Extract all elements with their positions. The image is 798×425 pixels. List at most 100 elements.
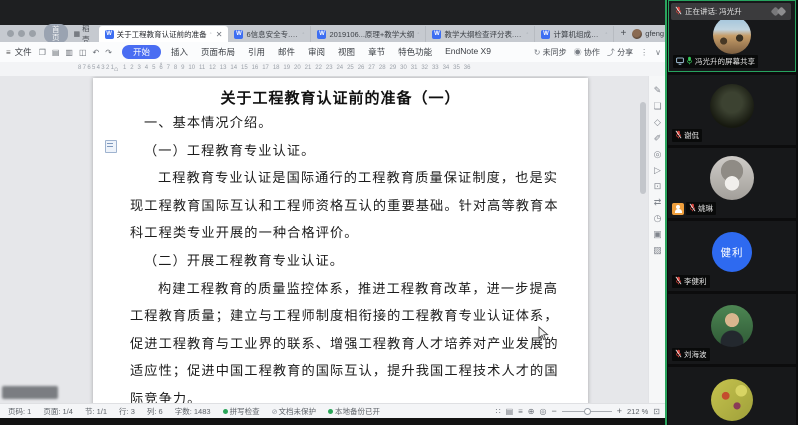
fullscreen-view-icon[interactable]: ⊕ [528, 407, 535, 416]
vertical-scrollbar[interactable] [640, 80, 646, 398]
share-button[interactable]: ⤴ 分享 [607, 47, 633, 58]
comment-icon[interactable] [105, 140, 117, 153]
save-icon[interactable]: ▤ [52, 48, 60, 57]
ruler-number: 2 [106, 65, 109, 71]
tab-document[interactable]: W计算机组成原...情况评价报告◦ [535, 26, 614, 42]
ribbon-tab-start[interactable]: 开始 [122, 45, 161, 59]
eye-protect-icon[interactable]: ◎ [540, 407, 547, 416]
spellcheck-status[interactable]: 拼写检查 [223, 406, 260, 417]
hamburger-icon[interactable]: ≡ [6, 48, 11, 57]
ruler-number: 15 [241, 65, 248, 71]
ribbon-tab-视图[interactable]: 视图 [338, 46, 355, 58]
print-preview-icon[interactable]: ◫ [79, 48, 87, 57]
status-pages: 页面: 1/4 [43, 406, 73, 417]
ribbon-tab-审阅[interactable]: 审阅 [308, 46, 325, 58]
select-arrow-icon[interactable]: ▷ [654, 166, 661, 175]
read-mode-icon[interactable]: ▤ [506, 407, 514, 416]
outline-view-icon[interactable]: ≡ [518, 407, 523, 416]
indent-marker[interactable]: ⌂ [114, 66, 118, 73]
tab-pin-icon[interactable]: ◦ [210, 31, 212, 37]
ribbon-tab-邮件[interactable]: 邮件 [278, 46, 295, 58]
participant-avatar [713, 16, 751, 54]
wps-writer-icon: W [432, 30, 441, 39]
menu-file[interactable]: 文件 [15, 46, 32, 58]
fill-color-icon[interactable]: ◇ [654, 118, 661, 127]
ruler-number: 13 [220, 65, 227, 71]
ruler-number: 8 [78, 65, 81, 71]
zoom-slider[interactable] [562, 411, 612, 412]
avatar [632, 29, 642, 39]
highlighter-icon[interactable]: ✐ [654, 134, 662, 143]
ruler-number: 19 [283, 65, 290, 71]
undo-icon[interactable]: ↶ [93, 48, 100, 57]
zoom-out-button[interactable]: − [551, 407, 556, 416]
participant-name-badge: 冯光升的屏幕共享 [673, 55, 758, 68]
wps-window: 首页 ▦稻壳 W关于工程教育认证前的准备◦✕W6信息安全专...年度报备材料◦W… [0, 25, 666, 418]
ribbon-tab-插入[interactable]: 插入 [171, 46, 188, 58]
print-icon[interactable]: ▥ [65, 48, 73, 57]
sync-status[interactable]: ↻ 未同步 [534, 47, 567, 58]
backup-ok-icon [328, 409, 333, 414]
ruler-number: 10 [188, 65, 195, 71]
backup-status[interactable]: 本地备份已开 [328, 406, 380, 417]
participant-label: 谢侃 [672, 129, 702, 142]
ruler: 87654321 ⌂ ° 123456789101112131415161718… [0, 62, 666, 77]
more-icon[interactable]: ⋮ [640, 48, 648, 57]
user-chip[interactable]: gfeng [632, 29, 664, 39]
document-page[interactable]: 关于工程教育认证前的准备（一） 一、基本情况介绍。（一）工程教育专业认证。工程教… [93, 78, 588, 403]
open-folder-icon[interactable]: ❐ [39, 48, 46, 57]
picture-icon[interactable]: ▨ [653, 246, 662, 255]
status-words[interactable]: 字数: 1483 [175, 406, 211, 417]
edit-pen-icon[interactable]: ✎ [654, 86, 662, 95]
collapse-ribbon-icon[interactable]: ∨ [655, 48, 661, 57]
tab-document[interactable]: W6信息安全专...年度报备材料◦ [228, 26, 311, 42]
participant-tile[interactable]: 姚琳 [668, 148, 796, 218]
zoom-in-button[interactable]: + [617, 407, 622, 416]
document-title: 关于工程教育认证前的准备（一） [93, 87, 588, 108]
ribbon-tab-引用[interactable]: 引用 [248, 46, 265, 58]
tab-pin-icon[interactable]: ◦ [302, 31, 304, 37]
tab-close-icon[interactable]: ✕ [216, 30, 223, 39]
target-icon[interactable]: ◎ [654, 150, 662, 159]
tab-document[interactable]: W教学大纲检查评分表.docx◦ [426, 26, 535, 42]
pages-view-icon[interactable]: ∷ [495, 407, 500, 416]
swap-icon[interactable]: ⇄ [654, 198, 662, 207]
shapes-icon[interactable]: ❏ [653, 102, 661, 111]
participant-label: 李健利 [672, 275, 710, 288]
tab-document[interactable]: W2019106...原理+教学大纲◦ [311, 26, 426, 42]
participant-tile[interactable]: 健利李健利 [668, 221, 796, 291]
document-line: 工程教育质量；建立与工程师制度相衔接的工程教育专业认证体系， [130, 303, 556, 331]
participant-name: 冯光升的屏幕共享 [695, 57, 755, 66]
ruler-number: 33 [432, 65, 439, 71]
tab-pin-icon[interactable]: ◦ [605, 31, 607, 37]
ribbon-tab-章节[interactable]: 章节 [368, 46, 385, 58]
username: gfeng [645, 29, 664, 38]
participant-tile[interactable] [668, 367, 796, 425]
tab-pin-icon[interactable]: ◦ [526, 31, 528, 37]
collab-button[interactable]: ◉ 协作 [574, 47, 600, 58]
window-control-dots[interactable] [7, 30, 36, 37]
new-tab-button[interactable]: + [620, 29, 626, 39]
tab-active[interactable]: W关于工程教育认证前的准备◦✕ [99, 26, 229, 42]
participant-name-badge: 李健利 [672, 275, 710, 288]
document-line: 际竞争力。 [130, 386, 556, 403]
zoom-slider-knob[interactable] [584, 408, 591, 415]
redo-icon[interactable]: ↷ [105, 48, 112, 57]
scrollbar-thumb[interactable] [640, 102, 646, 194]
ruler-number: 3 [138, 65, 141, 71]
zoom-level[interactable]: 212 % [627, 407, 648, 416]
tab-pin-icon[interactable]: ◦ [417, 31, 419, 37]
fit-page-icon[interactable]: ⊡ [653, 407, 660, 416]
ribbon-tab-特色功能[interactable]: 特色功能 [398, 46, 432, 58]
home-button[interactable]: 首页 [44, 24, 68, 43]
participant-tile[interactable]: 刘海波 [668, 294, 796, 364]
participant-name: 姚琳 [698, 204, 713, 213]
participant-tile[interactable]: 谢侃 [668, 75, 796, 145]
ribbon-tab-页面布局[interactable]: 页面布局 [201, 46, 235, 58]
lock-icon[interactable]: ⊡ [654, 182, 662, 191]
image-icon[interactable]: ▣ [653, 230, 662, 239]
ruler-left-numbers: 87654321 [78, 65, 114, 71]
history-icon[interactable]: ◷ [654, 214, 662, 223]
ribbon-tab-EndNote X9[interactable]: EndNote X9 [445, 46, 491, 58]
protect-status[interactable]: ⊘文档未保护 [272, 406, 316, 417]
